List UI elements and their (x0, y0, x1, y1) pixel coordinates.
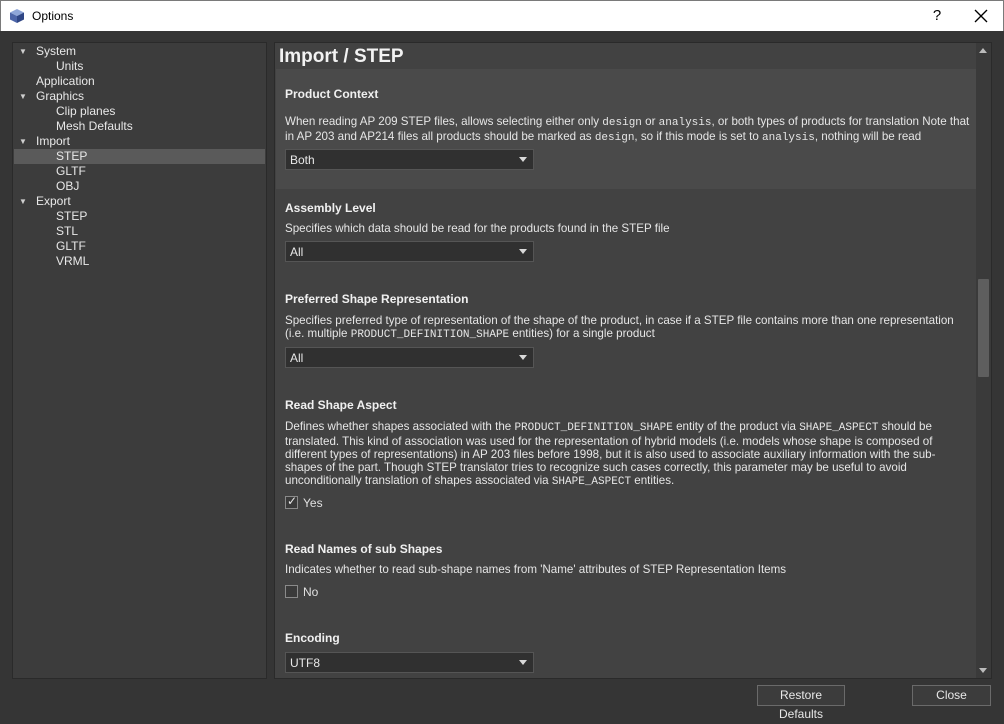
tree-item[interactable]: STL (14, 224, 265, 239)
code-term: analysis (762, 132, 815, 144)
code-term: analysis (658, 117, 712, 129)
select-value: All (290, 351, 304, 365)
checkbox-label: Yes (303, 496, 323, 510)
product-context-select[interactable]: Both (285, 149, 534, 170)
tree-item[interactable]: ▼ Import (14, 134, 265, 149)
tree-item[interactable]: Application (14, 74, 265, 89)
tree-item-label: Import (36, 134, 71, 148)
settings-panel: Import / STEP Product Context When readi… (274, 42, 992, 679)
help-button[interactable]: ? (927, 5, 947, 27)
encoding-select[interactable]: UTF8 (285, 652, 534, 673)
section-title: Assembly Level (285, 201, 376, 215)
code-term: design (602, 117, 642, 129)
section-title: Encoding (285, 631, 340, 645)
tree-item[interactable]: Units (14, 59, 265, 74)
product-context-section: Product Context When reading AP 209 STEP… (276, 69, 976, 189)
encoding-section: Encoding UTF8 (276, 617, 976, 678)
section-title: Preferred Shape Representation (285, 292, 469, 306)
section-title: Read Names of sub Shapes (285, 542, 443, 556)
scroll-down-icon[interactable] (979, 668, 987, 673)
tree-item-label: STEP (56, 149, 88, 163)
tree-item-label: OBJ (56, 179, 80, 193)
read-names-section: Read Names of sub Shapes Indicates wheth… (276, 527, 976, 617)
tree-item[interactable]: GLTF (14, 164, 265, 179)
checkbox[interactable]: ✓ (285, 494, 298, 509)
chevron-down-icon (519, 157, 527, 162)
tree-item-label: Application (36, 74, 95, 88)
expand-arrow-icon[interactable]: ▼ (18, 89, 28, 104)
tree-item[interactable]: STEP (14, 209, 265, 224)
section-description: Specifies which data should be read for … (285, 222, 670, 235)
restore-defaults-button[interactable]: Restore Defaults (757, 685, 845, 721)
tree-item-label: Graphics (36, 89, 85, 103)
tree-item-label: System (36, 44, 77, 58)
check-icon: ✓ (287, 494, 298, 508)
code-term: PRODUCT_DEFINITION_SHAPE (514, 422, 673, 434)
window-title: Options (32, 9, 74, 23)
page-title: Import / STEP (279, 46, 404, 67)
expand-arrow-icon[interactable]: ▼ (18, 44, 28, 59)
checkbox[interactable] (285, 585, 298, 598)
preferred-shape-select[interactable]: All (285, 347, 534, 368)
close-icon (974, 9, 988, 23)
tree-item[interactable]: ▼ Graphics (14, 89, 265, 104)
tree-item[interactable]: STEP (14, 149, 265, 164)
tree-item[interactable]: GLTF (14, 239, 265, 254)
read-shape-aspect-section: Read Shape Aspect Defines whether shapes… (276, 385, 976, 527)
expand-arrow-icon[interactable]: ▼ (18, 134, 28, 149)
tree-item[interactable]: Clip planes (14, 104, 265, 119)
assembly-level-select[interactable]: All (285, 241, 534, 262)
assembly-level-section: Assembly Level Specifies which data shou… (276, 189, 976, 279)
code-term: SHAPE_ASPECT (551, 476, 632, 488)
code-term: PRODUCT_DEFINITION_SHAPE (350, 329, 510, 341)
tree-item[interactable]: ▼ Export (14, 194, 265, 209)
tree-item-label: STL (56, 224, 79, 238)
options-tree[interactable]: ▼ System Units Application ▼ Graphics Clip pla… (12, 42, 267, 679)
preferred-shape-section: Preferred Shape Representation Specifies… (276, 279, 976, 385)
section-title: Read Shape Aspect (285, 398, 397, 412)
scrollbar-thumb[interactable] (978, 279, 989, 377)
tree-item-label: Export (36, 194, 71, 208)
tree-item[interactable]: OBJ (14, 179, 265, 194)
select-value: All (290, 245, 304, 259)
tree-item-label: GLTF (56, 164, 86, 178)
tree-item-label: Mesh Defaults (56, 119, 133, 133)
title-bar: Options ? (0, 0, 1004, 31)
section-description: Indicates whether to read sub-shape name… (285, 563, 787, 576)
tree-item[interactable]: Mesh Defaults (14, 119, 265, 134)
cube-icon (10, 9, 24, 23)
tree-item-label: Clip planes (56, 104, 116, 118)
tree-item-label: GLTF (56, 239, 86, 253)
section-description: When reading AP 209 STEP files, allows s… (285, 115, 970, 144)
chevron-down-icon (519, 249, 527, 254)
scroll-up-icon[interactable] (979, 48, 987, 53)
select-value: Both (290, 153, 315, 167)
expand-arrow-icon[interactable]: ▼ (18, 194, 28, 209)
section-title: Product Context (285, 87, 379, 101)
window-close-button[interactable] (967, 4, 995, 28)
section-description: Defines whether shapes associated with t… (285, 420, 936, 488)
code-term: SHAPE_ASPECT (799, 422, 879, 434)
tree-item-label: VRML (56, 254, 90, 268)
tree-item[interactable]: VRML (14, 254, 265, 269)
close-button[interactable]: Close (912, 685, 991, 706)
tree-item-label: STEP (56, 209, 88, 223)
select-value: UTF8 (290, 656, 320, 670)
tree-item[interactable]: ▼ System (14, 44, 265, 59)
tree-item-label: Units (56, 59, 84, 73)
chevron-down-icon (519, 355, 527, 360)
section-description: Specifies preferred type of representati… (285, 314, 954, 341)
vertical-scrollbar[interactable] (976, 43, 991, 678)
chevron-down-icon (519, 660, 527, 665)
code-term: design (594, 132, 635, 144)
checkbox-label: No (303, 585, 319, 599)
